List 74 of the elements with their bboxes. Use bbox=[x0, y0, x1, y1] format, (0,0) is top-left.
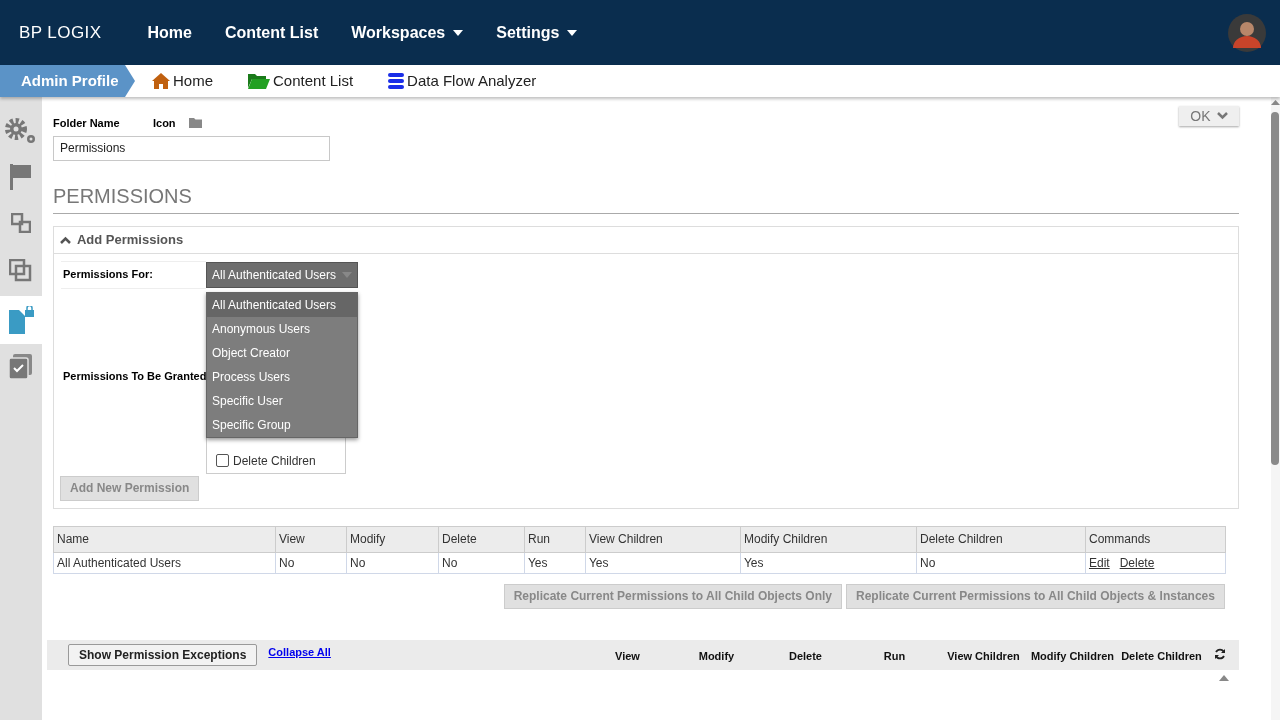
permissions-for-dropdown[interactable]: All Authenticated Users bbox=[205, 261, 358, 288]
copy-icon bbox=[9, 259, 33, 283]
refresh-icon[interactable] bbox=[1213, 647, 1226, 660]
sidebar-tab[interactable] bbox=[0, 296, 42, 344]
column-header: Delete bbox=[787, 649, 823, 665]
nav-link[interactable]: Settings bbox=[496, 20, 578, 45]
scrollbar-thumb[interactable] bbox=[1271, 112, 1280, 465]
table-cell: No bbox=[346, 552, 439, 573]
table-cell: No bbox=[438, 552, 525, 573]
folder-icon bbox=[188, 118, 202, 129]
dropdown-option[interactable]: Anonymous Users bbox=[206, 316, 357, 341]
command-link[interactable]: Edit bbox=[1088, 555, 1110, 570]
breadcrumb-link[interactable]: Data Flow Analyzer bbox=[388, 69, 537, 93]
flag-icon bbox=[10, 164, 32, 190]
nav-link[interactable]: Home bbox=[147, 20, 192, 45]
nav-link[interactable]: Workspaces bbox=[351, 20, 464, 45]
home-icon bbox=[152, 73, 170, 89]
folder-name-field[interactable]: Permissions bbox=[52, 135, 330, 161]
checkbox[interactable] bbox=[215, 454, 229, 467]
gears-icon bbox=[4, 117, 38, 145]
column-header: Modify Children bbox=[740, 526, 917, 552]
section-title: PERMISSIONS bbox=[52, 180, 1239, 214]
command-link[interactable]: Delete bbox=[1119, 555, 1155, 570]
column-header: Modify Children bbox=[1029, 649, 1115, 665]
column-header: View bbox=[614, 649, 641, 665]
folder-icon bbox=[248, 73, 270, 89]
field-label: Permissions To Be Granted bbox=[61, 369, 206, 385]
table-cell: Yes bbox=[740, 552, 917, 573]
column-header: Delete bbox=[438, 526, 525, 552]
dropdown-option[interactable]: Specific User bbox=[206, 388, 357, 413]
logo[interactable]: BP LOGIX bbox=[19, 19, 102, 46]
locked-document-icon bbox=[8, 306, 34, 334]
column-header: Run bbox=[882, 649, 907, 665]
chevron-up-icon[interactable] bbox=[59, 235, 71, 244]
field-label: Permissions For: bbox=[60, 260, 206, 289]
collapse-all-link[interactable]: Collapse All bbox=[268, 644, 331, 661]
dropdown-option[interactable]: All Authenticated Users bbox=[206, 292, 357, 317]
column-header: Run bbox=[524, 526, 586, 552]
scroll-up-icon[interactable] bbox=[1218, 674, 1229, 681]
checklist-icon bbox=[9, 354, 33, 380]
caret-icon bbox=[342, 271, 353, 278]
table-cell: All Authenticated Users bbox=[53, 552, 276, 573]
dropdown-option[interactable]: Specific Group bbox=[206, 412, 357, 437]
column-header: Commands bbox=[1085, 526, 1226, 552]
column-header: View Children bbox=[946, 649, 1021, 665]
squares-icon bbox=[11, 213, 31, 233]
scroll-up-icon[interactable] bbox=[1271, 100, 1280, 105]
column-header: Name bbox=[53, 526, 276, 552]
table-cell: Yes bbox=[524, 552, 586, 573]
column-header: Modify bbox=[346, 526, 439, 552]
chevron-down-icon bbox=[1216, 112, 1228, 120]
breadcrumb-link[interactable]: Home bbox=[152, 69, 213, 93]
panel-title: Add Permissions bbox=[76, 230, 184, 249]
nav-link[interactable]: Content List bbox=[224, 20, 319, 45]
ok-button[interactable]: OK bbox=[1178, 106, 1239, 126]
field-label: Folder Name bbox=[52, 116, 121, 131]
column-header: View bbox=[275, 526, 347, 552]
dropdown-option[interactable]: Object Creator bbox=[206, 340, 357, 365]
show-exceptions-button[interactable]: Show Permission Exceptions bbox=[67, 643, 258, 666]
column-header: View Children bbox=[585, 526, 741, 552]
table-cell: No bbox=[275, 552, 347, 573]
checkbox-option[interactable]: Delete Children bbox=[206, 449, 345, 472]
caret-icon bbox=[567, 29, 578, 36]
dropdown-option[interactable]: Process Users bbox=[206, 364, 357, 389]
column-header: Delete Children bbox=[1120, 649, 1203, 665]
table-cell: Yes bbox=[585, 552, 741, 573]
avatar[interactable] bbox=[1228, 13, 1266, 52]
field-label: Icon bbox=[152, 116, 176, 131]
column-header: Delete Children bbox=[916, 526, 1086, 552]
column-header: Modify bbox=[697, 649, 736, 665]
breadcrumb-link[interactable]: Content List bbox=[248, 69, 354, 93]
database-icon bbox=[388, 73, 405, 89]
table-cell: No bbox=[916, 552, 1086, 573]
caret-icon bbox=[453, 29, 464, 36]
